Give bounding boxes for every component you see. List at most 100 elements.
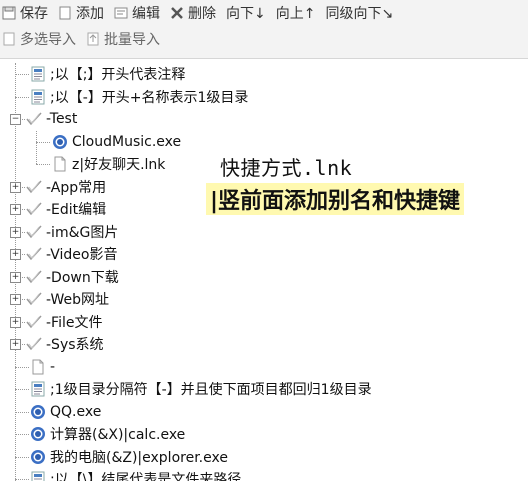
tree-node[interactable]: CloudMusic.exe bbox=[52, 131, 181, 154]
tree-node[interactable]: -Down下载 bbox=[26, 266, 119, 289]
tree-node-label: -Down下载 bbox=[46, 269, 119, 286]
tree-node[interactable]: 计算器(&X)|calc.exe bbox=[30, 423, 185, 446]
tree-node-label: 我的电脑(&Z)|explorer.exe bbox=[50, 449, 228, 466]
toolbar-button-label: 删除 bbox=[188, 6, 216, 22]
toolbar-button-label: 向下↓ bbox=[226, 6, 266, 22]
folder-check-icon bbox=[26, 314, 46, 330]
app-icon bbox=[30, 426, 50, 442]
toolbar-button-0[interactable]: 保存 bbox=[2, 3, 48, 23]
expand-icon[interactable]: + bbox=[10, 226, 21, 238]
expand-icon[interactable]: + bbox=[10, 294, 21, 306]
caption-alias-hint: |竖前面添加别名和快捷键 bbox=[206, 183, 465, 215]
caption-shortcut: 快捷方式.lnk bbox=[220, 156, 353, 180]
tree-node[interactable]: -Edit编辑 bbox=[26, 198, 106, 221]
expand-icon[interactable]: + bbox=[10, 181, 21, 193]
tree-connector bbox=[15, 74, 29, 76]
tree-node[interactable]: ;以【\】结尾代表是文件夹路径 bbox=[30, 468, 241, 481]
save-icon bbox=[2, 6, 16, 20]
toolbar-button-label: 向上↑ bbox=[275, 6, 316, 22]
expand-icon[interactable]: + bbox=[10, 316, 21, 328]
delete-icon bbox=[170, 6, 184, 20]
folder-check-icon bbox=[26, 269, 46, 285]
add-icon bbox=[58, 6, 72, 20]
tree-node-label: ;以【-】开头+名称表示1级目录 bbox=[50, 89, 249, 106]
tree-node-label: -App常用 bbox=[46, 179, 107, 196]
toolbar-button-3[interactable]: 删除 bbox=[170, 3, 216, 23]
tree-connector bbox=[15, 96, 29, 98]
tree-node[interactable]: -File文件 bbox=[26, 311, 102, 334]
app-icon bbox=[52, 134, 72, 150]
file-icon bbox=[52, 156, 72, 172]
tree-node[interactable]: 我的电脑(&Z)|explorer.exe bbox=[30, 446, 228, 469]
tree-node[interactable]: -Video影音 bbox=[26, 243, 117, 266]
tree-connector bbox=[15, 434, 29, 436]
import-toolbar: 多选导入 批量导入 bbox=[0, 26, 528, 52]
tree-node-label: -Test bbox=[46, 111, 78, 128]
tree-node-label: - bbox=[50, 358, 56, 375]
tree-connector bbox=[36, 141, 50, 143]
toolbar-button-4[interactable]: 向下↓ bbox=[226, 3, 266, 23]
tree-connector bbox=[15, 366, 29, 368]
note-icon bbox=[30, 89, 50, 105]
tree-node-label: -Web网址 bbox=[46, 292, 110, 309]
folder-check-icon bbox=[26, 201, 46, 217]
tree-node[interactable]: - bbox=[30, 356, 55, 379]
main-toolbar: 保存 添加 编辑 删除 向下↓ 向上↑ 同级向下↘ bbox=[0, 0, 528, 26]
tb2-button-label: 批量导入 bbox=[104, 32, 160, 48]
tree-connector bbox=[15, 411, 29, 413]
tree-node-label: -Video影音 bbox=[46, 247, 118, 264]
tree-child-guide-line bbox=[36, 130, 37, 165]
toolbar-button-6[interactable]: 同级向下↘ bbox=[325, 3, 393, 23]
tree-node[interactable]: -Sys系统 bbox=[26, 333, 104, 356]
tree-node-label: z|好友聊天.lnk bbox=[72, 157, 166, 174]
toolbar-button-1[interactable]: 添加 bbox=[58, 3, 104, 23]
batch-import-icon bbox=[86, 32, 100, 46]
tb2-button-label: 多选导入 bbox=[20, 32, 76, 48]
tree-node[interactable]: ;1级目录分隔符【-】并且使下面项目都回归1级目录 bbox=[30, 378, 372, 401]
tree-node[interactable]: ;以【;】开头代表注释 bbox=[30, 63, 185, 86]
folder-check-icon bbox=[26, 336, 46, 352]
expand-icon[interactable]: + bbox=[10, 249, 21, 261]
tb2-button-0[interactable]: 多选导入 bbox=[2, 29, 76, 49]
app-icon bbox=[30, 404, 50, 420]
edit-icon bbox=[114, 6, 128, 20]
tree-node-label: ;1级目录分隔符【-】并且使下面项目都回归1级目录 bbox=[50, 382, 372, 399]
tree-node[interactable]: ;以【-】开头+名称表示1级目录 bbox=[30, 86, 248, 109]
tree-node-label: -im&G图片 bbox=[46, 224, 119, 241]
expand-icon[interactable]: + bbox=[10, 339, 21, 351]
tree-node-label: -Sys系统 bbox=[46, 337, 104, 354]
tree-node[interactable]: -im&G图片 bbox=[26, 221, 118, 244]
app-icon bbox=[30, 449, 50, 465]
tree-connector bbox=[15, 456, 29, 458]
tb2-button-1[interactable]: 批量导入 bbox=[86, 29, 160, 49]
tree-node[interactable]: z|好友聊天.lnk bbox=[52, 153, 165, 176]
expand-icon[interactable]: + bbox=[10, 204, 21, 216]
tree-connector bbox=[15, 389, 29, 391]
tree-node-label: -Edit编辑 bbox=[46, 202, 107, 219]
note-icon bbox=[30, 66, 50, 82]
toolbar-button-label: 添加 bbox=[76, 6, 104, 22]
collapse-icon[interactable]: − bbox=[10, 114, 21, 126]
toolbar-button-2[interactable]: 编辑 bbox=[114, 3, 160, 23]
note-icon bbox=[30, 381, 50, 397]
menu-tree[interactable]: ;以【;】开头代表注释 ;以【-】开头+名称表示1级目录 − -Test CloudMu… bbox=[0, 58, 528, 481]
tree-node[interactable]: -Test bbox=[26, 108, 77, 131]
tree-node-label: -File文件 bbox=[46, 314, 103, 331]
toolbar-button-5[interactable]: 向上↑ bbox=[276, 3, 316, 23]
tree-node[interactable]: -App常用 bbox=[26, 176, 106, 199]
tree-node[interactable]: QQ.exe bbox=[30, 401, 101, 424]
toolbar-button-label: 编辑 bbox=[132, 6, 160, 22]
tree-node-label: 计算器(&X)|calc.exe bbox=[50, 427, 186, 444]
tree-node[interactable]: -Web网址 bbox=[26, 288, 109, 311]
tree-node-label: ;以【\】结尾代表是文件夹路径 bbox=[50, 472, 242, 481]
tree-node-label: CloudMusic.exe bbox=[72, 133, 182, 150]
toolbar-button-label: 保存 bbox=[20, 6, 48, 22]
expand-icon[interactable]: + bbox=[10, 271, 21, 283]
multi-import-icon bbox=[2, 32, 16, 46]
folder-check-icon bbox=[26, 246, 46, 262]
folder-check-icon bbox=[26, 111, 46, 127]
tree-connector bbox=[36, 164, 50, 166]
folder-check-icon bbox=[26, 224, 46, 240]
tree-node-label: QQ.exe bbox=[50, 403, 102, 420]
tree-node-label: ;以【;】开头代表注释 bbox=[50, 67, 186, 84]
